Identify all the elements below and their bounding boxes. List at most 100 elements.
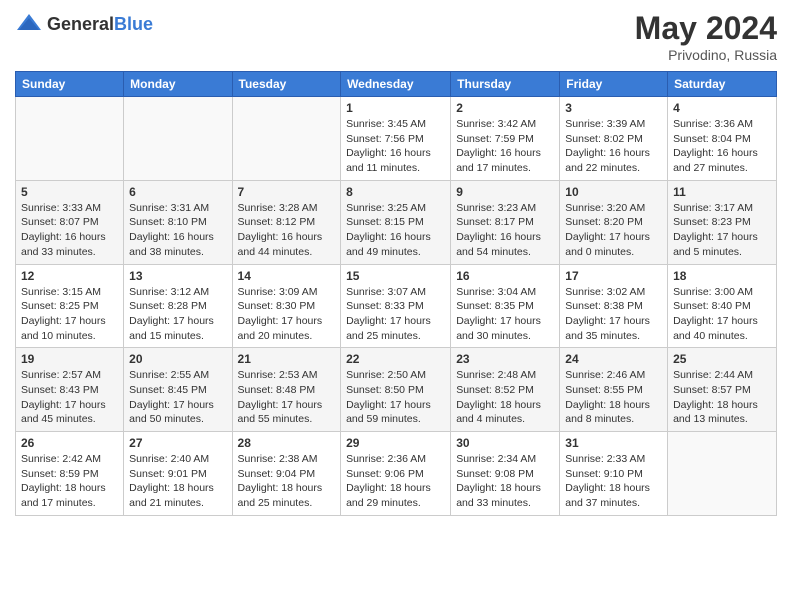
weekday-header-row: SundayMondayTuesdayWednesdayThursdayFrid… bbox=[16, 72, 777, 97]
calendar-cell: 9 Sunrise: 3:23 AM Sunset: 8:17 PM Daylig… bbox=[451, 180, 560, 264]
day-info: Sunrise: 3:07 AM Sunset: 8:33 PM Dayligh… bbox=[346, 285, 445, 344]
day-info: Sunrise: 2:55 AM Sunset: 8:45 PM Dayligh… bbox=[129, 368, 226, 427]
calendar-cell: 5 Sunrise: 3:33 AM Sunset: 8:07 PM Daylig… bbox=[16, 180, 124, 264]
calendar-body: 1 Sunrise: 3:45 AM Sunset: 7:56 PM Daylig… bbox=[16, 97, 777, 516]
day-info: Sunrise: 2:46 AM Sunset: 8:55 PM Dayligh… bbox=[565, 368, 662, 427]
calendar-cell bbox=[16, 97, 124, 181]
calendar-cell: 25Sunrise: 2:44 AM Sunset: 8:57 PM Dayli… bbox=[668, 348, 777, 432]
day-number: 15 bbox=[346, 269, 445, 283]
day-info: Sunrise: 3:25 AM Sunset: 8:15 PM Dayligh… bbox=[346, 201, 445, 260]
calendar-cell: 10Sunrise: 3:20 AM Sunset: 8:20 PM Dayli… bbox=[560, 180, 668, 264]
weekday-thursday: Thursday bbox=[451, 72, 560, 97]
day-number: 2 bbox=[456, 101, 554, 115]
day-number: 22 bbox=[346, 352, 445, 366]
day-info: Sunrise: 3:09 AM Sunset: 8:30 PM Dayligh… bbox=[238, 285, 336, 344]
day-number: 6 bbox=[129, 185, 226, 199]
logo-text-general: General bbox=[47, 14, 114, 34]
day-info: Sunrise: 3:23 AM Sunset: 8:17 PM Dayligh… bbox=[456, 201, 554, 260]
calendar-cell: 28 Sunrise: 2:38 AM Sunset: 9:04 PM Dayli… bbox=[232, 432, 341, 516]
calendar-cell: 18 Sunrise: 3:00 AM Sunset: 8:40 PM Dayli… bbox=[668, 264, 777, 348]
day-number: 14 bbox=[238, 269, 336, 283]
calendar-cell: 6 Sunrise: 3:31 AM Sunset: 8:10 PM Daylig… bbox=[124, 180, 232, 264]
day-number: 17 bbox=[565, 269, 662, 283]
calendar-cell: 19 Sunrise: 2:57 AM Sunset: 8:43 PM Dayli… bbox=[16, 348, 124, 432]
day-info: Sunrise: 2:50 AM Sunset: 8:50 PM Dayligh… bbox=[346, 368, 445, 427]
calendar-cell bbox=[232, 97, 341, 181]
calendar-cell: 26 Sunrise: 2:42 AM Sunset: 8:59 PM Dayli… bbox=[16, 432, 124, 516]
day-info: Sunrise: 2:44 AM Sunset: 8:57 PM Dayligh… bbox=[673, 368, 771, 427]
day-number: 30 bbox=[456, 436, 554, 450]
day-info: Sunrise: 2:53 AM Sunset: 8:48 PM Dayligh… bbox=[238, 368, 336, 427]
page-header: GeneralBlue May 2024 Privodino, Russia bbox=[15, 10, 777, 63]
calendar-cell: 15 Sunrise: 3:07 AM Sunset: 8:33 PM Dayli… bbox=[341, 264, 451, 348]
day-info: Sunrise: 3:04 AM Sunset: 8:35 PM Dayligh… bbox=[456, 285, 554, 344]
day-number: 27 bbox=[129, 436, 226, 450]
calendar-cell: 22 Sunrise: 2:50 AM Sunset: 8:50 PM Dayli… bbox=[341, 348, 451, 432]
weekday-tuesday: Tuesday bbox=[232, 72, 341, 97]
calendar-cell: 7 Sunrise: 3:28 AM Sunset: 8:12 PM Daylig… bbox=[232, 180, 341, 264]
calendar-cell: 8 Sunrise: 3:25 AM Sunset: 8:15 PM Daylig… bbox=[341, 180, 451, 264]
day-info: Sunrise: 3:45 AM Sunset: 7:56 PM Dayligh… bbox=[346, 117, 445, 176]
day-number: 26 bbox=[21, 436, 118, 450]
day-info: Sunrise: 3:33 AM Sunset: 8:07 PM Dayligh… bbox=[21, 201, 118, 260]
day-number: 5 bbox=[21, 185, 118, 199]
calendar-cell: 1 Sunrise: 3:45 AM Sunset: 7:56 PM Daylig… bbox=[341, 97, 451, 181]
calendar-cell: 12Sunrise: 3:15 AM Sunset: 8:25 PM Dayli… bbox=[16, 264, 124, 348]
calendar-cell: 27 Sunrise: 2:40 AM Sunset: 9:01 PM Dayli… bbox=[124, 432, 232, 516]
day-number: 18 bbox=[673, 269, 771, 283]
day-info: Sunrise: 3:31 AM Sunset: 8:10 PM Dayligh… bbox=[129, 201, 226, 260]
calendar-cell: 13Sunrise: 3:12 AM Sunset: 8:28 PM Dayli… bbox=[124, 264, 232, 348]
calendar-week-3: 12Sunrise: 3:15 AM Sunset: 8:25 PM Dayli… bbox=[16, 264, 777, 348]
logo-text-blue: Blue bbox=[114, 14, 153, 34]
day-number: 10 bbox=[565, 185, 662, 199]
weekday-friday: Friday bbox=[560, 72, 668, 97]
calendar-cell: 17Sunrise: 3:02 AM Sunset: 8:38 PM Dayli… bbox=[560, 264, 668, 348]
day-info: Sunrise: 3:00 AM Sunset: 8:40 PM Dayligh… bbox=[673, 285, 771, 344]
logo-icon bbox=[15, 10, 43, 38]
title-block: May 2024 Privodino, Russia bbox=[635, 10, 777, 63]
day-number: 21 bbox=[238, 352, 336, 366]
day-info: Sunrise: 2:38 AM Sunset: 9:04 PM Dayligh… bbox=[238, 452, 336, 511]
day-number: 1 bbox=[346, 101, 445, 115]
calendar-cell: 29 Sunrise: 2:36 AM Sunset: 9:06 PM Dayli… bbox=[341, 432, 451, 516]
calendar-cell: 14 Sunrise: 3:09 AM Sunset: 8:30 PM Dayli… bbox=[232, 264, 341, 348]
day-info: Sunrise: 3:28 AM Sunset: 8:12 PM Dayligh… bbox=[238, 201, 336, 260]
day-info: Sunrise: 2:57 AM Sunset: 8:43 PM Dayligh… bbox=[21, 368, 118, 427]
day-number: 8 bbox=[346, 185, 445, 199]
day-info: Sunrise: 3:39 AM Sunset: 8:02 PM Dayligh… bbox=[565, 117, 662, 176]
day-number: 13 bbox=[129, 269, 226, 283]
calendar-cell: 16 Sunrise: 3:04 AM Sunset: 8:35 PM Dayli… bbox=[451, 264, 560, 348]
calendar-location: Privodino, Russia bbox=[635, 47, 777, 63]
day-info: Sunrise: 2:40 AM Sunset: 9:01 PM Dayligh… bbox=[129, 452, 226, 511]
calendar-week-1: 1 Sunrise: 3:45 AM Sunset: 7:56 PM Daylig… bbox=[16, 97, 777, 181]
weekday-wednesday: Wednesday bbox=[341, 72, 451, 97]
day-number: 7 bbox=[238, 185, 336, 199]
calendar-week-4: 19 Sunrise: 2:57 AM Sunset: 8:43 PM Dayli… bbox=[16, 348, 777, 432]
day-info: Sunrise: 2:36 AM Sunset: 9:06 PM Dayligh… bbox=[346, 452, 445, 511]
calendar-cell: 20 Sunrise: 2:55 AM Sunset: 8:45 PM Dayli… bbox=[124, 348, 232, 432]
logo: GeneralBlue bbox=[15, 10, 153, 38]
calendar-title: May 2024 bbox=[635, 10, 777, 47]
day-number: 23 bbox=[456, 352, 554, 366]
calendar-table: SundayMondayTuesdayWednesdayThursdayFrid… bbox=[15, 71, 777, 516]
day-number: 16 bbox=[456, 269, 554, 283]
calendar-cell bbox=[124, 97, 232, 181]
day-number: 24 bbox=[565, 352, 662, 366]
calendar-week-5: 26 Sunrise: 2:42 AM Sunset: 8:59 PM Dayli… bbox=[16, 432, 777, 516]
day-info: Sunrise: 2:42 AM Sunset: 8:59 PM Dayligh… bbox=[21, 452, 118, 511]
day-number: 28 bbox=[238, 436, 336, 450]
day-number: 29 bbox=[346, 436, 445, 450]
calendar-cell: 11Sunrise: 3:17 AM Sunset: 8:23 PM Dayli… bbox=[668, 180, 777, 264]
day-number: 20 bbox=[129, 352, 226, 366]
weekday-monday: Monday bbox=[124, 72, 232, 97]
day-number: 9 bbox=[456, 185, 554, 199]
day-info: Sunrise: 3:42 AM Sunset: 7:59 PM Dayligh… bbox=[456, 117, 554, 176]
weekday-sunday: Sunday bbox=[16, 72, 124, 97]
calendar-cell bbox=[668, 432, 777, 516]
calendar-cell: 4Sunrise: 3:36 AM Sunset: 8:04 PM Daylig… bbox=[668, 97, 777, 181]
day-info: Sunrise: 2:33 AM Sunset: 9:10 PM Dayligh… bbox=[565, 452, 662, 511]
day-number: 3 bbox=[565, 101, 662, 115]
day-number: 19 bbox=[21, 352, 118, 366]
calendar-cell: 31Sunrise: 2:33 AM Sunset: 9:10 PM Dayli… bbox=[560, 432, 668, 516]
weekday-saturday: Saturday bbox=[668, 72, 777, 97]
